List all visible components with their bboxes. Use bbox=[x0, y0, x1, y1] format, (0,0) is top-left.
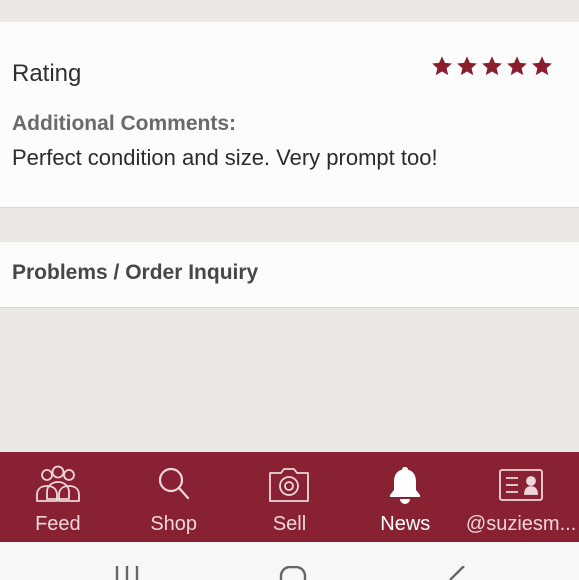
bell-icon bbox=[390, 467, 421, 504]
rating-card: Rating Additional Comments: Perfect cond… bbox=[0, 22, 579, 208]
home-icon[interactable] bbox=[278, 566, 308, 580]
search-icon bbox=[158, 467, 189, 500]
back-icon[interactable] bbox=[442, 566, 468, 580]
tab-feed[interactable]: Feed bbox=[0, 452, 116, 542]
star-icon bbox=[432, 56, 452, 76]
tab-sell-label: Sell bbox=[272, 513, 307, 535]
problems-order-inquiry-row[interactable]: Problems / Order Inquiry bbox=[0, 242, 579, 308]
people-icon bbox=[35, 465, 80, 502]
rating-label: Rating bbox=[12, 60, 82, 87]
comments-text: Perfect condition and size. Very prompt … bbox=[12, 145, 438, 170]
system-navigation-bar bbox=[0, 542, 579, 580]
star-icon bbox=[457, 56, 477, 76]
comments-heading: Additional Comments: bbox=[12, 112, 236, 135]
tab-shop[interactable]: Shop bbox=[116, 452, 232, 542]
star-icon bbox=[507, 56, 527, 76]
star-icon bbox=[532, 56, 552, 76]
star-rating bbox=[431, 55, 553, 77]
tab-sell[interactable]: Sell bbox=[232, 452, 348, 542]
tab-news[interactable]: News bbox=[347, 452, 463, 542]
id-card-icon bbox=[499, 469, 543, 501]
tab-shop-label: Shop bbox=[150, 513, 198, 535]
bottom-tab-bar: Feed Shop Sell News @suziesm... bbox=[0, 452, 579, 542]
problems-label: Problems / Order Inquiry bbox=[12, 261, 259, 284]
tab-feed-label: Feed bbox=[35, 513, 81, 535]
tab-profile-label: @suziesm... bbox=[465, 513, 577, 535]
recent-apps-icon[interactable] bbox=[112, 566, 142, 580]
camera-icon bbox=[269, 468, 310, 502]
tab-profile[interactable]: @suziesm... bbox=[463, 452, 579, 542]
tab-news-label: News bbox=[380, 513, 431, 535]
star-icon bbox=[482, 56, 502, 76]
